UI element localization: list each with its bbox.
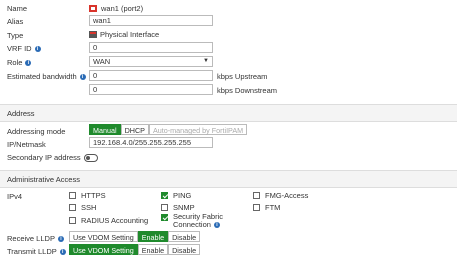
- bandwidth-label: Estimated bandwidth i: [7, 72, 86, 81]
- vrf-label: VRF ID i: [7, 44, 41, 53]
- fmg-access-checkbox[interactable]: FMG-Access: [253, 191, 308, 200]
- vrf-input[interactable]: 0: [89, 42, 213, 53]
- role-select[interactable]: WAN ▼: [89, 56, 213, 67]
- checkbox-box[interactable]: [253, 192, 260, 199]
- radius-accounting-checkbox[interactable]: RADIUS Accounting: [69, 216, 148, 225]
- checkbox-box[interactable]: [253, 204, 260, 211]
- upstream-unit: kbps Upstream: [217, 72, 268, 81]
- alias-input[interactable]: wan1: [89, 15, 213, 26]
- receive-lldp-label: Receive LLDP i: [7, 234, 64, 243]
- admin-access-section-header: Administrative Access: [0, 170, 457, 188]
- security-fabric-checkbox[interactable]: Security Fabric Connection i: [161, 213, 223, 229]
- checkbox-box[interactable]: [161, 214, 168, 221]
- interface-port-icon: [89, 5, 97, 12]
- mode-dhcp-button[interactable]: DHCP: [120, 124, 149, 135]
- ipv4-label: IPv4: [7, 192, 23, 201]
- checkbox-label: HTTPS: [81, 191, 106, 200]
- downstream-unit: kbps Downstream: [217, 86, 278, 95]
- secondary-ip-label-text: Secondary IP address: [7, 153, 81, 162]
- transmit-lldp-label: Transmit LLDP i: [7, 247, 66, 256]
- address-section-header: Address: [0, 104, 457, 122]
- receive-lldp-label-text: Receive LLDP: [7, 234, 55, 243]
- type-value: Physical Interface: [89, 30, 159, 39]
- checkbox-box[interactable]: [69, 217, 76, 224]
- addressing-mode-buttons: Manual DHCP Auto-managed by FortiIPAM: [89, 124, 248, 135]
- checkbox-box[interactable]: [161, 204, 168, 211]
- snmp-checkbox[interactable]: SNMP: [161, 203, 195, 212]
- receive-lldp-buttons: Use VDOM Setting Enable Disable: [69, 231, 201, 242]
- checkbox-box[interactable]: [69, 192, 76, 199]
- section-title: Administrative Access: [7, 175, 80, 184]
- mode-fortiipam-button[interactable]: Auto-managed by FortiIPAM: [148, 124, 248, 135]
- chevron-down-icon: ▼: [203, 58, 209, 64]
- ping-checkbox[interactable]: PING: [161, 191, 191, 200]
- transmit-lldp-disable-button[interactable]: Disable: [168, 244, 201, 255]
- transmit-lldp-buttons: Use VDOM Setting Enable Disable: [69, 244, 201, 255]
- receive-lldp-disable-button[interactable]: Disable: [168, 231, 201, 242]
- receive-lldp-vdom-button[interactable]: Use VDOM Setting: [69, 231, 138, 242]
- info-icon[interactable]: i: [213, 222, 220, 229]
- checkbox-box[interactable]: [69, 204, 76, 211]
- section-title: Address: [7, 109, 35, 118]
- info-icon[interactable]: i: [79, 74, 86, 81]
- info-icon[interactable]: i: [25, 60, 32, 67]
- info-icon[interactable]: i: [34, 46, 41, 53]
- ftm-checkbox[interactable]: FTM: [253, 203, 280, 212]
- bandwidth-upstream-input[interactable]: 0: [89, 70, 213, 81]
- receive-lldp-enable-button[interactable]: Enable: [137, 231, 169, 242]
- checkbox-label: FTM: [265, 203, 281, 212]
- addressing-mode-label: Addressing mode: [7, 127, 66, 136]
- vrf-label-text: VRF ID: [7, 44, 32, 53]
- role-label-text: Role: [7, 58, 23, 67]
- ip-netmask-label: IP/Netmask: [7, 140, 46, 149]
- role-label: Role i: [7, 58, 32, 67]
- security-fabric-label-line2: Connection i: [173, 221, 223, 229]
- ssh-checkbox[interactable]: SSH: [69, 203, 96, 212]
- ip-netmask-input[interactable]: 192.168.4.0/255.255.255.255: [89, 137, 213, 148]
- transmit-lldp-vdom-button[interactable]: Use VDOM Setting: [69, 244, 138, 255]
- checkbox-label: SSH: [81, 203, 97, 212]
- role-selected-value: WAN: [93, 57, 111, 66]
- security-fabric-label-line2-text: Connection: [173, 220, 211, 229]
- name-label: Name: [7, 4, 28, 13]
- info-icon[interactable]: i: [57, 236, 64, 243]
- secondary-ip-label: Secondary IP address: [7, 153, 98, 162]
- checkbox-label: RADIUS Accounting: [81, 216, 149, 225]
- secondary-ip-toggle[interactable]: [83, 153, 98, 162]
- checkbox-box[interactable]: [161, 192, 168, 199]
- name-value: wan1 (port2): [89, 4, 143, 13]
- checkbox-label: SNMP: [173, 203, 195, 212]
- info-icon[interactable]: i: [59, 249, 66, 256]
- transmit-lldp-enable-button[interactable]: Enable: [137, 244, 169, 255]
- https-checkbox[interactable]: HTTPS: [69, 191, 106, 200]
- mode-manual-button[interactable]: Manual: [89, 124, 121, 135]
- type-label: Type: [7, 31, 24, 40]
- alias-label: Alias: [7, 17, 24, 26]
- type-text: Physical Interface: [100, 30, 160, 39]
- security-fabric-label: Security Fabric Connection i: [173, 213, 223, 229]
- checkbox-label: FMG-Access: [265, 191, 309, 200]
- bandwidth-label-text: Estimated bandwidth: [7, 72, 77, 81]
- checkbox-label: PING: [173, 191, 192, 200]
- physical-interface-icon: [89, 31, 97, 38]
- interface-name: wan1 (port2): [101, 4, 144, 13]
- transmit-lldp-label-text: Transmit LLDP: [7, 247, 57, 256]
- bandwidth-downstream-input[interactable]: 0: [89, 84, 213, 95]
